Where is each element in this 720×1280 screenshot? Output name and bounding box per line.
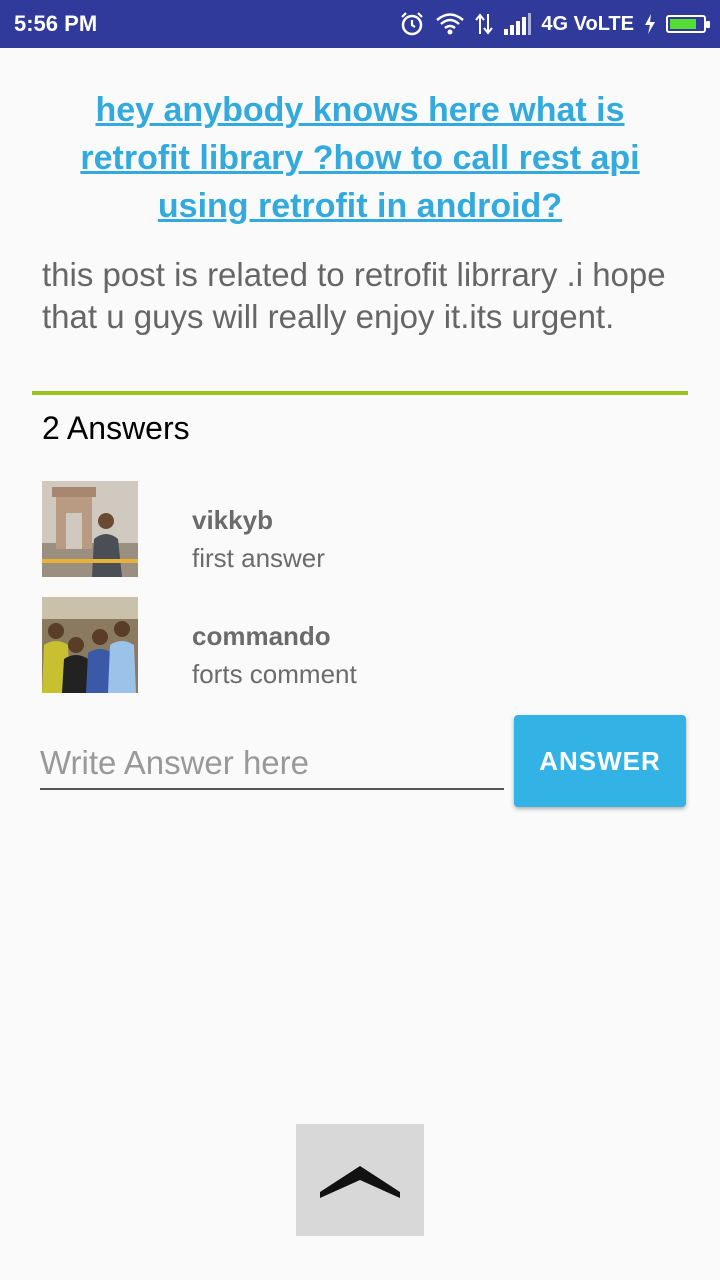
question-description: this post is related to retrofit librrar…	[42, 256, 666, 335]
answer-text: forts comment	[192, 659, 357, 689]
list-item-answer[interactable]: vikkyb first answer	[42, 481, 682, 577]
battery-icon	[666, 15, 710, 33]
answer-button[interactable]: ANSWER	[514, 715, 686, 807]
avatar	[42, 481, 138, 577]
status-icons: 4G VoLTE	[399, 11, 710, 37]
list-item-answer[interactable]: commando forts comment	[42, 597, 682, 693]
avatar	[42, 597, 138, 693]
status-time: 5:56 PM	[14, 11, 98, 36]
network-label: 4G VoLTE	[541, 12, 634, 35]
scroll-top-button[interactable]	[296, 1124, 424, 1236]
answers-count: 2 Answers	[42, 410, 190, 446]
answer-text: first answer	[192, 543, 325, 573]
data-arrows-icon	[475, 13, 494, 35]
chevron-up-icon	[320, 1166, 400, 1198]
answer-username: commando	[192, 621, 331, 651]
status-bar: 5:56 PM 4G VoLTE	[0, 0, 720, 48]
alarm-icon	[401, 12, 424, 36]
wifi-icon	[436, 13, 465, 35]
answer-username: vikkyb	[192, 505, 273, 535]
signal-icon	[504, 13, 532, 35]
question-title-link[interactable]: hey anybody knows here what is retrofit …	[40, 86, 680, 230]
divider	[32, 391, 688, 395]
charging-icon	[645, 14, 655, 34]
answer-input[interactable]	[40, 738, 504, 790]
